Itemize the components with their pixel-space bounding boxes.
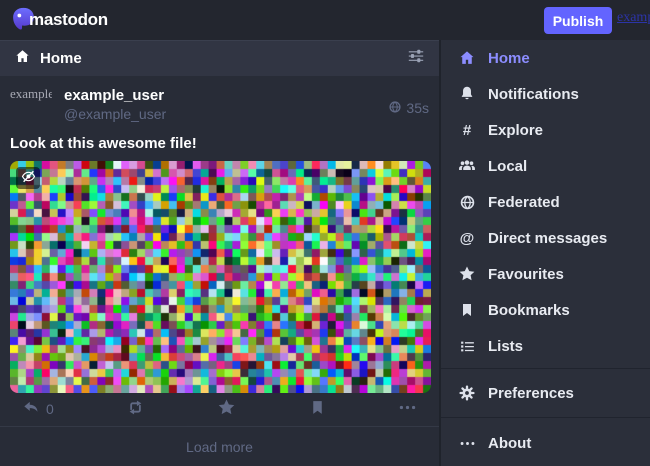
status: example_user example_user @example_user … [0, 76, 439, 425]
status-action-bar: 0 [10, 393, 429, 425]
gear-icon [457, 384, 477, 402]
sidebar-item-label: Notifications [488, 86, 579, 103]
ellipsis-icon [457, 435, 477, 452]
bookmark-button[interactable] [309, 399, 326, 419]
sidebar-item-label: Direct messages [488, 230, 607, 247]
reply-button[interactable]: 0 [22, 399, 54, 420]
hide-media-button[interactable] [16, 167, 40, 189]
load-more-button[interactable]: Load more [0, 426, 439, 466]
sidebar-item-label: Local [488, 158, 527, 175]
column-header[interactable]: Home [0, 40, 439, 76]
globe-icon [388, 100, 402, 117]
account-handle: @example_user [64, 105, 388, 123]
sidebar-item-bookmarks[interactable]: Bookmarks [441, 292, 650, 328]
display-name: example_user [64, 86, 388, 105]
sidebar-item-label: About [488, 435, 531, 452]
hashtag-icon: # [457, 123, 477, 138]
eye-slash-icon [21, 169, 36, 187]
sidebar-item-preferences[interactable]: Preferences [441, 375, 650, 411]
avatar[interactable]: example_user [10, 86, 52, 128]
sidebar-item-label: Lists [488, 338, 523, 355]
sidebar-item-notifications[interactable]: Notifications [441, 76, 650, 112]
bookmark-icon [309, 399, 326, 419]
relative-time: 35s [406, 100, 429, 116]
corner-user-link[interactable]: example_user [617, 10, 650, 26]
list-icon [457, 338, 477, 355]
attachment-canvas [10, 161, 431, 393]
sidebar-item-home[interactable]: Home [441, 40, 650, 76]
home-column: Home example_user example_user @example_… [0, 40, 441, 466]
reply-icon [22, 399, 40, 420]
sidebar-section-about: About [441, 417, 650, 461]
navigation-panel: Home Notifications # Explore Local [441, 40, 650, 466]
status-content: Look at this awesome file! [10, 134, 429, 153]
mastodon-logo[interactable]: mastodon [10, 6, 108, 33]
sidebar-item-local[interactable]: Local [441, 148, 650, 184]
at-icon: @ [457, 231, 477, 246]
sidebar-item-label: Federated [488, 194, 560, 211]
sidebar-section-preferences: Preferences [441, 368, 650, 411]
sidebar-item-federated[interactable]: Federated [441, 184, 650, 220]
more-button[interactable] [398, 398, 417, 420]
media-attachment[interactable] [10, 161, 431, 393]
top-bar: mastodon Publish example_user [0, 0, 650, 40]
sidebar-item-label: Explore [488, 122, 543, 139]
reply-count: 0 [46, 401, 54, 417]
star-icon [217, 398, 236, 420]
status-meta[interactable]: 35s [388, 86, 429, 128]
sidebar-item-explore[interactable]: # Explore [441, 112, 650, 148]
brand-wordmark: mastodon [29, 10, 108, 30]
boost-icon [126, 398, 145, 420]
sidebar-item-label: Bookmarks [488, 302, 570, 319]
sidebar-item-label: Home [488, 50, 530, 67]
main-layout: Home example_user example_user @example_… [0, 40, 650, 466]
star-icon [457, 265, 477, 283]
home-icon [457, 49, 477, 67]
ellipsis-icon [398, 398, 417, 420]
home-icon [14, 48, 31, 70]
sidebar-item-lists[interactable]: Lists [441, 328, 650, 364]
column-title: Home [40, 50, 82, 67]
bookmark-icon [457, 302, 477, 318]
sliders-icon[interactable] [407, 47, 425, 70]
sidebar-item-about[interactable]: About [441, 425, 650, 461]
favourite-button[interactable] [217, 398, 236, 420]
account-names[interactable]: example_user @example_user [64, 86, 388, 128]
boost-button[interactable] [126, 398, 145, 420]
sidebar-item-label: Preferences [488, 385, 574, 402]
sidebar-item-direct-messages[interactable]: @ Direct messages [441, 220, 650, 256]
publish-button[interactable]: Publish [544, 7, 612, 34]
sidebar-item-favourites[interactable]: Favourites [441, 256, 650, 292]
globe-icon [457, 194, 477, 211]
status-header: example_user example_user @example_user … [10, 86, 429, 128]
bell-icon [457, 85, 477, 103]
sidebar-item-label: Favourites [488, 266, 564, 283]
users-icon [457, 157, 477, 175]
